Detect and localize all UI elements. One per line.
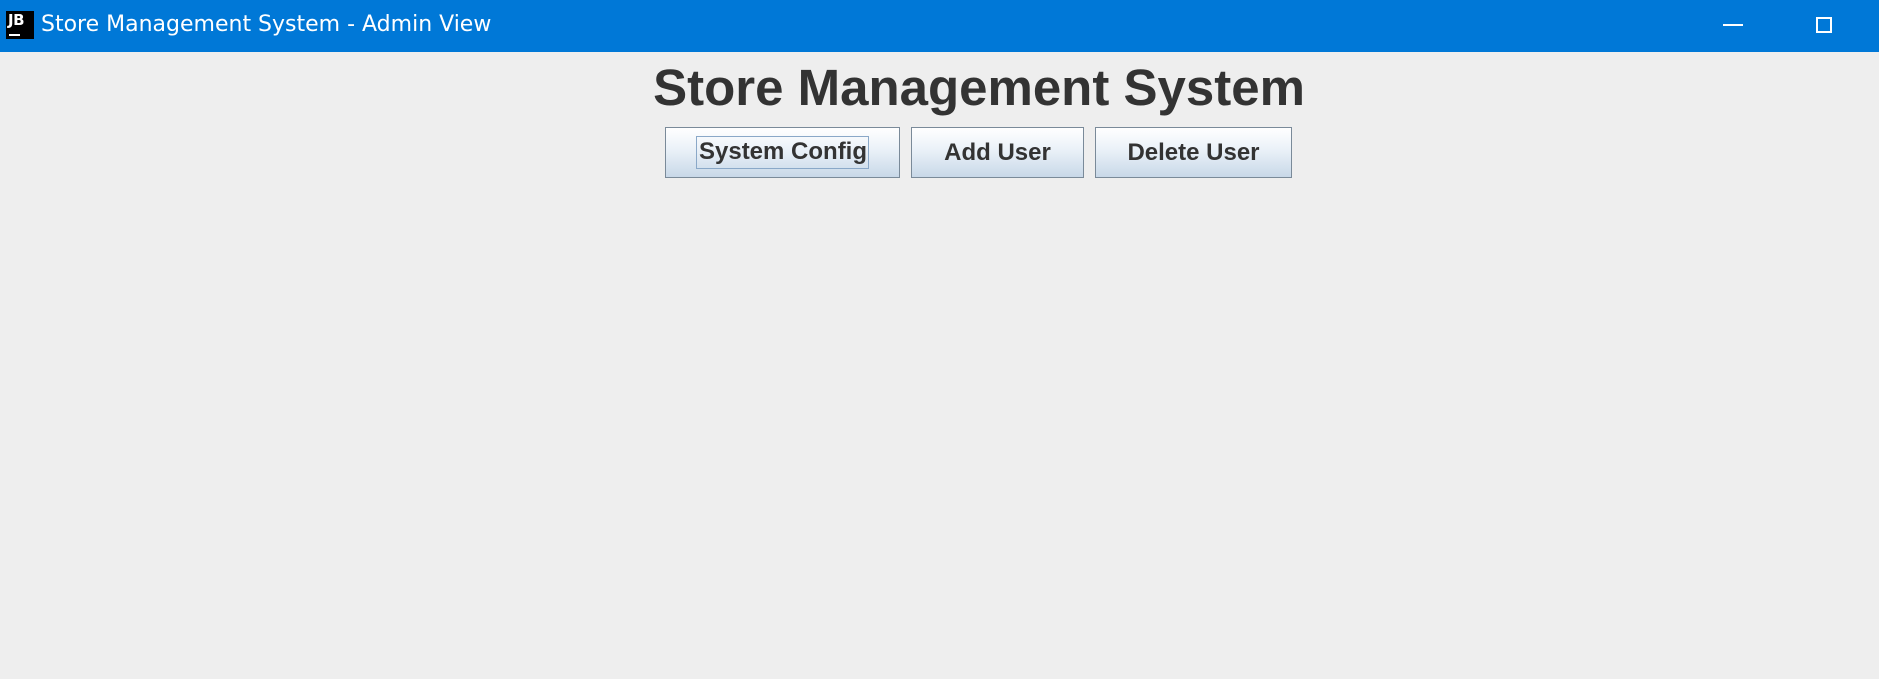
window-title: Store Management System - Admin View (41, 12, 492, 37)
page-title: Store Management System (653, 59, 1305, 116)
title-bar[interactable]: JB Store Management System - Admin View (0, 0, 1879, 52)
delete-user-label: Delete User (1127, 138, 1260, 166)
system-config-button[interactable]: System Config (665, 127, 900, 178)
minimize-icon (1723, 24, 1743, 26)
maximize-button[interactable] (1779, 0, 1869, 52)
add-user-button[interactable]: Add User (911, 127, 1084, 178)
system-config-label: System Config (695, 136, 870, 169)
app-icon-underline (9, 34, 20, 36)
add-user-label: Add User (944, 138, 1051, 166)
minimize-button[interactable] (1688, 0, 1778, 52)
app-window: JB Store Management System - Admin View … (0, 0, 1879, 679)
app-icon-text: JB (8, 11, 25, 29)
delete-user-button[interactable]: Delete User (1095, 127, 1292, 178)
maximize-icon (1816, 17, 1832, 33)
app-icon[interactable]: JB (6, 11, 34, 39)
